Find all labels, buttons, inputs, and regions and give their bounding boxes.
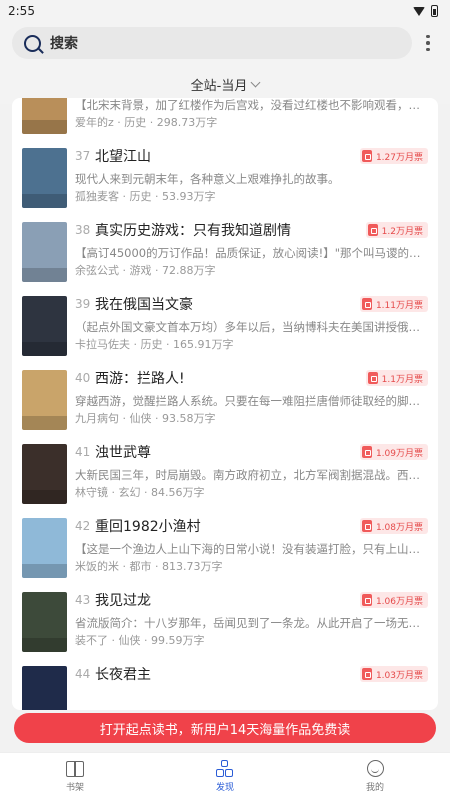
book-rank: 38 bbox=[75, 223, 91, 237]
ticket-icon bbox=[361, 446, 372, 458]
book-item[interactable]: 44 长夜君主 1.03万月票 bbox=[12, 663, 438, 710]
book-desc: 【北宋末背景，加了红楼作为后宫戏，没看过红楼也不影响观看，红楼梦 bbox=[75, 98, 428, 112]
book-meta: 孤独麦客 · 历史 · 53.93万字 bbox=[75, 190, 216, 203]
tab-label: 发现 bbox=[215, 783, 234, 793]
monthly-ticket-badge: 1.2万月票 bbox=[365, 222, 428, 238]
chevron-down-icon bbox=[250, 77, 261, 87]
book-title: 浊世武尊 bbox=[95, 445, 151, 461]
book-meta: 九月病句 · 仙侠 · 93.58万字 bbox=[75, 412, 216, 425]
book-meta: 装不了 · 仙侠 · 99.59万字 bbox=[75, 634, 205, 647]
monthly-ticket-badge: 1.09万月票 bbox=[359, 444, 428, 460]
status-time: 2:55 bbox=[8, 4, 35, 18]
ticket-icon bbox=[367, 372, 378, 384]
book-item[interactable]: 【北宋末背景，加了红楼作为后宫戏，没看过红楼也不影响观看，红楼梦 爱年的z · … bbox=[12, 98, 438, 145]
book-title: 我在俄国当文豪 bbox=[95, 297, 193, 313]
ranking-list[interactable]: 【北宋末背景，加了红楼作为后宫戏，没看过红楼也不影响观看，红楼梦 爱年的z · … bbox=[12, 98, 438, 710]
book-meta: 余弦公式 · 游戏 · 72.88万字 bbox=[75, 264, 216, 277]
book-cover bbox=[22, 444, 67, 504]
book-rank: 41 bbox=[75, 445, 91, 459]
book-meta: 米饭的米 · 都市 · 813.73万字 bbox=[75, 560, 223, 573]
book-meta: 林守镜 · 玄幻 · 84.56万字 bbox=[75, 486, 205, 499]
monthly-ticket-badge: 1.27万月票 bbox=[359, 148, 428, 164]
status-icons bbox=[413, 5, 438, 17]
book-desc: 大新民国三年，时局崩毁。南方政府初立，北方军阀割据混战。西洋诸国 bbox=[75, 468, 428, 482]
book-title: 长夜君主 bbox=[95, 667, 151, 683]
ticket-icon bbox=[361, 520, 372, 532]
book-cover bbox=[22, 98, 67, 134]
book-item[interactable]: 41 浊世武尊 1.09万月票 大新民国三年，时局崩毁。南方政府初立，北方军阀割… bbox=[12, 441, 438, 515]
book-cover bbox=[22, 148, 67, 208]
wifi-icon bbox=[413, 6, 425, 16]
book-title: 真实历史游戏：只有我知道剧情 bbox=[95, 223, 291, 239]
book-meta: 爱年的z · 历史 · 298.73万字 bbox=[75, 116, 218, 129]
book-cover bbox=[22, 222, 67, 282]
tab-discover[interactable]: 发现 bbox=[150, 753, 300, 800]
book-item[interactable]: 38 真实历史游戏：只有我知道剧情 1.2万月票 【高订45000的万订作品！品… bbox=[12, 219, 438, 293]
more-options-icon[interactable] bbox=[418, 34, 438, 52]
discover-icon bbox=[216, 760, 234, 777]
tab-label: 书架 bbox=[65, 782, 84, 793]
search-row: 搜索 bbox=[0, 22, 450, 64]
tab-bookshelf[interactable]: 书架 bbox=[0, 753, 150, 800]
monthly-ticket-badge: 1.11万月票 bbox=[359, 296, 428, 312]
open-app-banner-label: 打开起点读书，新用户14天海量作品免费读 bbox=[99, 722, 351, 738]
search-placeholder: 搜索 bbox=[50, 36, 78, 52]
book-meta: 卡拉马佐夫 · 历史 · 165.91万字 bbox=[75, 338, 234, 351]
book-cover bbox=[22, 518, 67, 578]
book-cover bbox=[22, 592, 67, 652]
book-title: 我见过龙 bbox=[95, 593, 151, 609]
ticket-icon bbox=[361, 298, 372, 310]
book-cover bbox=[22, 296, 67, 356]
book-desc: 【这是一个渔边人上山下海的日常小说！没有装逼打脸，只有上山下海 bbox=[75, 542, 428, 556]
book-rank: 37 bbox=[75, 149, 91, 163]
book-desc: 省流版简介：十八岁那年，岳闻见到了一条龙。从此开启了一场无厘头 bbox=[75, 616, 428, 630]
monthly-ticket-badge: 1.1万月票 bbox=[365, 370, 428, 386]
book-desc: 【高订45000的万订作品！品质保证，放心阅读!】"那个叫马谡的思想 bbox=[75, 246, 428, 260]
battery-icon bbox=[431, 5, 438, 17]
book-rank: 40 bbox=[75, 371, 91, 385]
monthly-ticket-badge: 1.08万月票 bbox=[359, 518, 428, 534]
search-input[interactable]: 搜索 bbox=[12, 27, 412, 59]
ticket-icon bbox=[361, 594, 372, 606]
book-item[interactable]: 43 我见过龙 1.06万月票 省流版简介：十八岁那年，岳闻见到了一条龙。从此开… bbox=[12, 589, 438, 663]
search-icon bbox=[24, 34, 41, 52]
book-item[interactable]: 39 我在俄国当文豪 1.11万月票 （起点外国文豪文首本万均）多年以后，当纳博… bbox=[12, 293, 438, 367]
profile-icon bbox=[366, 760, 384, 777]
tab-label: 我的 bbox=[365, 783, 384, 793]
bottom-tab-bar: 书架 发现 我的 bbox=[0, 752, 450, 800]
book-rank: 43 bbox=[75, 593, 91, 607]
book-cover bbox=[22, 666, 67, 710]
book-rank: 39 bbox=[75, 297, 91, 311]
status-bar: 2:55 bbox=[0, 0, 450, 22]
open-app-banner-button[interactable]: 打开起点读书，新用户14天海量作品免费读 bbox=[14, 713, 436, 743]
tab-profile[interactable]: 我的 bbox=[300, 753, 450, 800]
book-desc: 穿越西游，觉醒拦路人系统。只要在每一难阻拦唐僧师徒取经的脚步， bbox=[75, 394, 428, 408]
book-item[interactable]: 40 西游：拦路人! 1.1万月票 穿越西游，觉醒拦路人系统。只要在每一难阻拦唐… bbox=[12, 367, 438, 441]
monthly-ticket-badge: 1.06万月票 bbox=[359, 592, 428, 608]
book-item[interactable]: 42 重回1982小渔村 1.08万月票 【这是一个渔边人上山下海的日常小说！没… bbox=[12, 515, 438, 589]
range-filter-label: 全站-当月 bbox=[190, 78, 248, 94]
book-rank: 44 bbox=[75, 667, 91, 681]
book-cover bbox=[22, 370, 67, 430]
book-icon bbox=[66, 760, 84, 777]
book-title: 重回1982小渔村 bbox=[95, 519, 201, 535]
book-desc: 现代人来到元朝末年，各种意义上艰难挣扎的故事。 bbox=[75, 172, 340, 186]
ticket-icon bbox=[361, 668, 372, 680]
book-item[interactable]: 37 北望江山 1.27万月票 现代人来到元朝末年，各种意义上艰难挣扎的故事。 … bbox=[12, 145, 438, 219]
book-rank: 42 bbox=[75, 519, 91, 533]
book-title: 北望江山 bbox=[95, 149, 151, 165]
monthly-ticket-badge: 1.03万月票 bbox=[359, 666, 428, 682]
ticket-icon bbox=[361, 150, 372, 162]
ticket-icon bbox=[367, 224, 378, 236]
book-title: 西游：拦路人! bbox=[95, 371, 185, 387]
book-desc: （起点外国文豪文首本万均）多年以后，当纳博科夫在美国讲授俄国文学 bbox=[75, 320, 428, 334]
